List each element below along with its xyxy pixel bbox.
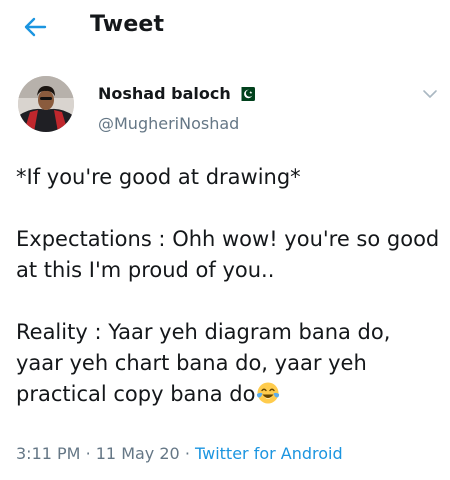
- pakistan-flag-icon: [236, 86, 255, 105]
- tweet-date: 11 May 20: [95, 444, 180, 463]
- meta-separator: ·: [85, 444, 91, 463]
- tweet-source-link[interactable]: Twitter for Android: [195, 444, 343, 463]
- back-button[interactable]: [18, 10, 52, 44]
- author-name[interactable]: Noshad baloch: [98, 84, 255, 105]
- arrow-left-icon: [24, 17, 47, 37]
- avatar[interactable]: [18, 76, 74, 132]
- tweet-line-expectations: Expectations : Ohh wow! you're so good a…: [16, 227, 440, 282]
- meta-separator: ·: [184, 444, 190, 463]
- tweet-line-reality: Reality : Yaar yeh diagram bana do, yaar…: [16, 317, 441, 414]
- face-with-tears-of-joy-icon: [256, 381, 280, 414]
- tweet-meta: 3:11 PM · 11 May 20 · Twitter for Androi…: [16, 444, 343, 463]
- author-name-text: Noshad baloch: [98, 84, 231, 103]
- tweet-time: 3:11 PM: [16, 444, 81, 463]
- tweet-text: *If you're good at drawing* Expectations…: [16, 162, 441, 414]
- author-handle[interactable]: @MugheriNoshad: [98, 114, 239, 133]
- top-bar: Tweet: [0, 0, 450, 54]
- tweet-reality-text: Reality : Yaar yeh diagram bana do, yaar…: [16, 320, 391, 406]
- page-title: Tweet: [90, 12, 165, 37]
- more-options-button[interactable]: [420, 86, 440, 102]
- avatar-image: [18, 76, 74, 132]
- chevron-down-icon: [423, 90, 437, 98]
- tweet-line-intro: *If you're good at drawing*: [16, 165, 301, 189]
